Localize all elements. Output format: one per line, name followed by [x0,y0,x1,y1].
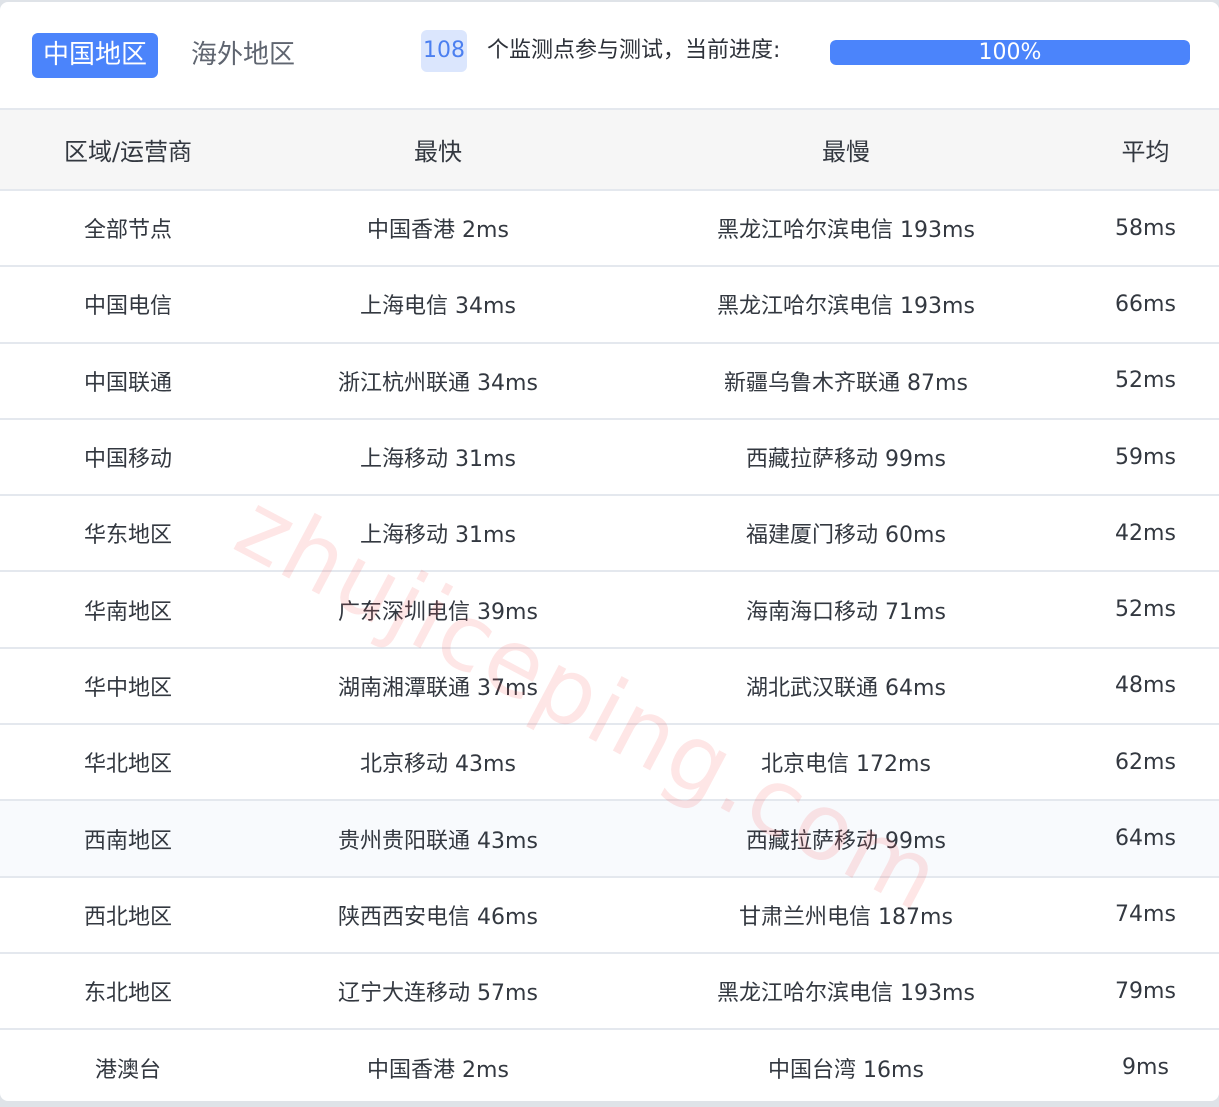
cell-slowest: 中国台湾 16ms [768,1057,924,1083]
cell-slowest: 新疆乌鲁木齐联通 87ms [620,342,1072,420]
cell-fastest: 浙江杭州联通 34ms [256,342,620,420]
cell-fastest: 北京移动 43ms [256,724,620,802]
header-region: 区域/运营商 [0,110,256,191]
cell-average: 58ms [1072,190,1219,268]
latency-card: 中国地区 海外地区 108 个监测点参与测试，当前进度: 100% 区域/运营商… [0,2,1219,1101]
cell-slowest: 湖北武汉联通 64ms [620,647,1072,726]
table-row: 港澳台 中国香港 2ms 中国台湾 16ms 9ms [0,1029,1219,1101]
cell-fastest: 中国香港 2ms [256,190,620,268]
table-row: 华中地区 湖南湘潭联通 37ms 湖北武汉联通 64ms 48ms [0,647,1219,726]
table-row: 中国移动 上海移动 31ms 西藏拉萨移动 99ms 59ms [0,418,1219,497]
node-count-badge: 108 [421,30,467,72]
cell-region: 华南地区 [0,571,256,649]
table-body: 全部节点 中国香港 2ms 黑龙江哈尔滨电信 193ms 58ms 中国电信 上海电信 3… [0,190,1219,1101]
cell-fastest: 广东深圳电信 39ms [256,571,620,649]
table-row: 华北地区 北京移动 43ms 北京电信 172ms 62ms [0,724,1219,802]
cell-average: 79ms [1072,952,1219,1031]
tab-china-region[interactable]: 中国地区 [32,33,159,78]
cell-average: 59ms [1072,418,1219,497]
cell-fastest: 湖南湘潭联通 37ms [256,647,620,726]
table-row: 全部节点 中国香港 2ms 黑龙江哈尔滨电信 193ms 58ms [0,190,1219,268]
cell-average: 48ms [1072,647,1219,726]
cell-region: 西南地区 [0,800,256,878]
cell-slowest: 西藏拉萨移动 99ms [620,800,1072,878]
header-slowest: 最慢 [620,110,1072,191]
cell-region: 中国联通 [0,342,256,420]
cell-slowest: 甘肃兰州电信 187ms [620,876,1072,954]
cell-average: 74ms [1072,876,1219,954]
cell-fastest: 上海移动 31ms [256,418,620,497]
cell-average: 42ms [1072,495,1219,573]
table-row: 中国联通 浙江杭州联通 34ms 新疆乌鲁木齐联通 87ms 52ms [0,342,1219,420]
cell-slowest: 福建厦门移动 60ms [620,495,1072,573]
cell-region: 华北地区 [0,724,256,802]
cell-region: 华中地区 [0,647,256,726]
cell-region: 港澳台 [94,1057,161,1083]
cell-slowest: 黑龙江哈尔滨电信 193ms [620,190,1072,268]
cell-slowest: 北京电信 172ms [620,724,1072,802]
cell-region: 华东地区 [0,495,256,573]
cell-region: 东北地区 [0,952,256,1031]
cell-region: 中国移动 [0,418,256,497]
header-average: 平均 [1072,110,1219,191]
progress-status-text: 个监测点参与测试，当前进度: [487,38,781,63]
progress-bar: 100% [830,40,1190,65]
cell-average: 52ms [1072,342,1219,420]
cell-average: 64ms [1072,800,1219,878]
cell-fastest: 上海移动 31ms [256,495,620,573]
cell-average: 9ms [1122,1055,1169,1081]
header-fastest: 最快 [256,110,620,191]
tab-overseas-region[interactable]: 海外地区 [180,33,306,78]
cell-region: 西北地区 [0,876,256,954]
cell-region: 全部节点 [0,190,256,268]
cell-fastest: 贵州贵阳联通 43ms [256,800,620,878]
cell-fastest: 上海电信 34ms [256,266,620,344]
cell-fastest: 辽宁大连移动 57ms [256,952,620,1031]
cell-region: 中国电信 [0,266,256,344]
table-row: 华东地区 上海移动 31ms 福建厦门移动 60ms 42ms [0,495,1219,573]
cell-slowest: 黑龙江哈尔滨电信 193ms [620,952,1072,1031]
table-row: 西北地区 陕西西安电信 46ms 甘肃兰州电信 187ms 74ms [0,876,1219,954]
cell-average: 62ms [1072,724,1219,802]
cell-fastest: 中国香港 2ms [367,1057,509,1083]
cell-fastest: 陕西西安电信 46ms [256,876,620,954]
cell-average: 66ms [1072,266,1219,344]
table-header-row: 区域/运营商 最快 最慢 平均 [0,110,1219,191]
table-row: 华南地区 广东深圳电信 39ms 海南海口移动 71ms 52ms [0,571,1219,649]
table-row: 东北地区 辽宁大连移动 57ms 黑龙江哈尔滨电信 193ms 79ms [0,952,1219,1031]
cell-slowest: 海南海口移动 71ms [620,571,1072,649]
cell-average: 52ms [1072,571,1219,649]
table-row: 中国电信 上海电信 34ms 黑龙江哈尔滨电信 193ms 66ms [0,266,1219,344]
table-row: 西南地区 贵州贵阳联通 43ms 西藏拉萨移动 99ms 64ms [0,800,1219,878]
toolbar: 中国地区 海外地区 108 个监测点参与测试，当前进度: 100% [0,2,1219,110]
progress-bar-label: 100% [978,40,1042,65]
cell-slowest: 西藏拉萨移动 99ms [620,418,1072,497]
cell-slowest: 黑龙江哈尔滨电信 193ms [620,266,1072,344]
latency-table: 区域/运营商 最快 最慢 平均 全部节点 中国香港 2ms 黑龙江哈尔滨电信 193… [0,110,1219,1101]
